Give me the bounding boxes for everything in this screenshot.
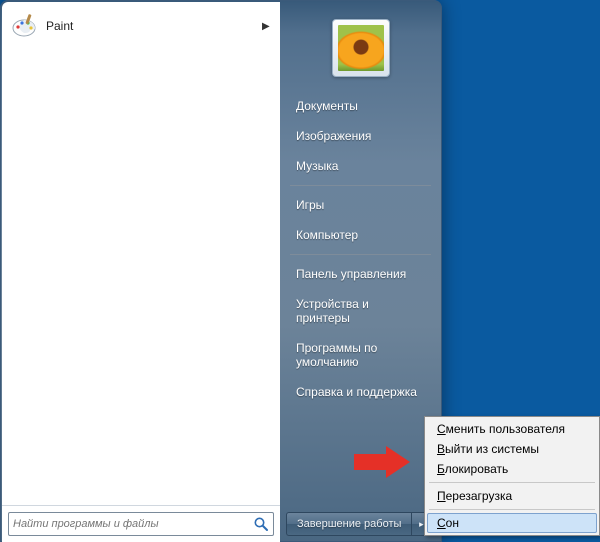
paint-icon [10, 12, 38, 40]
search-container [2, 505, 280, 542]
sidebar-item-help[interactable]: Справка и поддержка [284, 377, 437, 407]
separator [290, 254, 431, 255]
sidebar-item-games[interactable]: Игры [284, 190, 437, 220]
start-menu: Paint ▶ Документы Изображения Му [0, 0, 442, 542]
program-label: Paint [46, 19, 262, 33]
user-picture-frame[interactable] [332, 19, 390, 77]
popup-item[interactable]: Выйти из системы [427, 439, 597, 459]
chevron-right-icon: ▶ [262, 21, 272, 32]
popup-item[interactable]: Перезагрузка [427, 486, 597, 506]
sidebar-item-documents[interactable]: Документы [284, 91, 437, 121]
shutdown-split-button: Завершение работы ▸ [286, 512, 431, 536]
search-icon [253, 516, 269, 532]
popup-item[interactable]: Сон [427, 513, 597, 533]
sidebar-item-default-programs[interactable]: Программы по умолчанию [284, 333, 437, 377]
popup-separator [429, 482, 595, 483]
sidebar-item-control-panel[interactable]: Панель управления [284, 259, 437, 289]
popup-item[interactable]: Блокировать [427, 459, 597, 479]
programs-list: Paint ▶ [2, 2, 280, 505]
right-items-block2: Игры Компьютер [280, 190, 441, 250]
sidebar-item-music[interactable]: Музыка [284, 151, 437, 181]
sidebar-item-devices[interactable]: Устройства и принтеры [284, 289, 437, 333]
popup-separator [429, 509, 595, 510]
search-input[interactable] [13, 518, 253, 530]
user-picture-icon [338, 25, 384, 71]
right-items-block1: Документы Изображения Музыка [280, 91, 441, 181]
sidebar-item-pictures[interactable]: Изображения [284, 121, 437, 151]
shutdown-options-menu: Сменить пользователяВыйти из системыБлок… [424, 416, 600, 536]
left-panel: Paint ▶ [2, 2, 280, 542]
separator [290, 185, 431, 186]
popup-item[interactable]: Сменить пользователя [427, 419, 597, 439]
program-item-paint[interactable]: Paint ▶ [4, 8, 278, 44]
search-box[interactable] [8, 512, 274, 536]
sidebar-item-computer[interactable]: Компьютер [284, 220, 437, 250]
right-panel: Документы Изображения Музыка Игры Компью… [280, 1, 441, 541]
shutdown-button[interactable]: Завершение работы [286, 512, 411, 536]
right-items-block3: Панель управления Устройства и принтеры … [280, 259, 441, 407]
